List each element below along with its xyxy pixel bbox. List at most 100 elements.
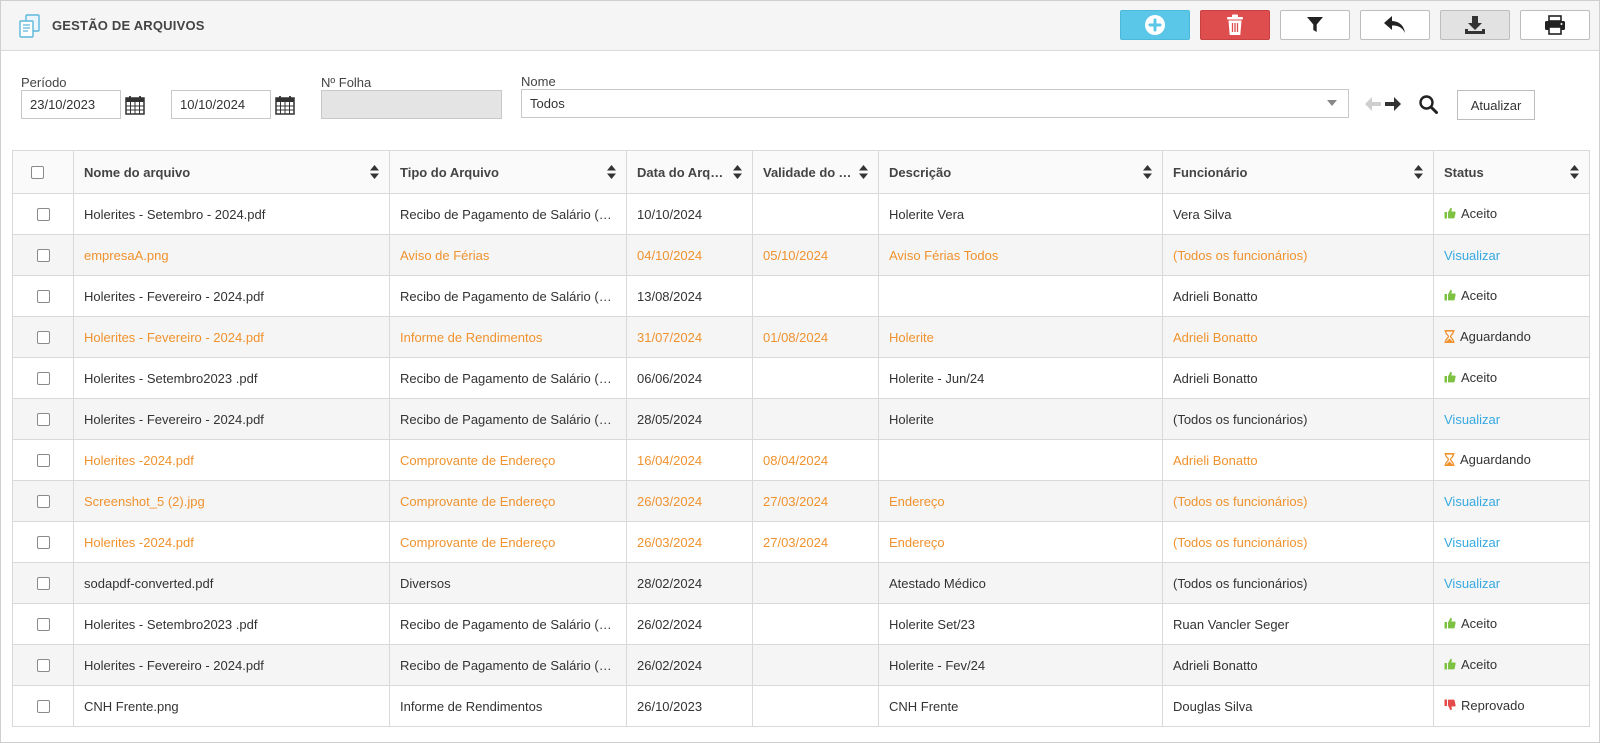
- visualizar-link[interactable]: Visualizar: [1444, 535, 1500, 550]
- row-checkbox[interactable]: [36, 658, 50, 672]
- delete-button[interactable]: [1200, 10, 1270, 40]
- page-header: GESTÃO DE ARQUIVOS: [1, 1, 1599, 51]
- date-from-input[interactable]: 23/10/2023: [21, 90, 121, 119]
- file-date-cell: 16/04/2024: [626, 439, 753, 481]
- col-data-header[interactable]: Data do Arquivo: [626, 150, 753, 194]
- status-cell: Aguardando: [1433, 316, 1590, 358]
- status-cell[interactable]: Visualizar: [1433, 234, 1590, 276]
- periodo-label: Período: [21, 75, 67, 90]
- sort-icon: [733, 165, 742, 179]
- col-validade-header[interactable]: Validade do Arquivo: [752, 150, 879, 194]
- status-cell: Reprovado: [1433, 685, 1590, 727]
- status-badge: Aceito: [1444, 616, 1497, 631]
- row-checkbox[interactable]: [36, 289, 50, 303]
- file-name-cell: Holerites -2024.pdf: [73, 439, 390, 481]
- nome-label: Nome: [521, 74, 556, 89]
- date-to-input[interactable]: 10/10/2024: [171, 90, 271, 119]
- visualizar-link[interactable]: Visualizar: [1444, 248, 1500, 263]
- sort-icon: [1570, 165, 1579, 179]
- table-row[interactable]: Holerites - Setembro2023 .pdf Recibo de P…: [12, 357, 1590, 399]
- table-row[interactable]: Holerites - Setembro2023 .pdf Recibo de P…: [12, 603, 1590, 645]
- calendar-icon[interactable]: [275, 95, 295, 115]
- file-expiry-cell: [752, 398, 879, 440]
- status-cell[interactable]: Visualizar: [1433, 562, 1590, 604]
- status-cell: Aceito: [1433, 603, 1590, 645]
- table-row[interactable]: Holerites - Fevereiro - 2024.pdf Recibo d…: [12, 398, 1590, 440]
- table-row[interactable]: Holerites - Fevereiro - 2024.pdf Recibo d…: [12, 644, 1590, 686]
- status-cell[interactable]: Visualizar: [1433, 398, 1590, 440]
- print-button[interactable]: [1520, 10, 1590, 40]
- employee-cell: (Todos os funcionários): [1162, 521, 1434, 563]
- nome-select-value: Todos: [530, 96, 565, 111]
- filter-button[interactable]: [1280, 10, 1350, 40]
- row-checkbox[interactable]: [36, 207, 50, 221]
- table-row[interactable]: Holerites -2024.pdf Comprovante de Endere…: [12, 439, 1590, 481]
- description-cell: Holerite Set/23: [878, 603, 1163, 645]
- row-checkbox[interactable]: [36, 330, 50, 344]
- file-type-cell: Recibo de Pagamento de Salário (Holerite…: [389, 275, 627, 317]
- file-type-cell: Comprovante de Endereço: [389, 480, 627, 522]
- row-checkbox[interactable]: [36, 494, 50, 508]
- arrow-left-icon[interactable]: [1364, 96, 1382, 112]
- app-window: GESTÃO DE ARQUIVOS Período 23/10/2023 10…: [0, 0, 1600, 743]
- table-row[interactable]: Holerites - Setembro - 2024.pdf Recibo de…: [12, 193, 1590, 235]
- file-expiry-cell: 05/10/2024: [752, 234, 879, 276]
- status-badge: Aceito: [1444, 657, 1497, 672]
- sort-icon: [1143, 165, 1152, 179]
- trash-icon: [1227, 14, 1243, 35]
- table-row[interactable]: empresaA.png Aviso de Férias 04/10/2024 05/…: [12, 234, 1590, 276]
- file-date-cell: 04/10/2024: [626, 234, 753, 276]
- row-checkbox[interactable]: [36, 617, 50, 631]
- thumbs-up-icon: [1444, 618, 1456, 629]
- nome-select[interactable]: Todos: [521, 89, 1349, 118]
- col-nome-header[interactable]: Nome do arquivo: [73, 150, 390, 194]
- table-row[interactable]: sodapdf-converted.pdf Diversos 28/02/2024 A…: [12, 562, 1590, 604]
- col-funcionario-header[interactable]: Funcionário: [1162, 150, 1434, 194]
- download-icon: [1465, 16, 1485, 34]
- undo-arrow-icon: [1384, 16, 1405, 33]
- status-cell[interactable]: Visualizar: [1433, 521, 1590, 563]
- employee-cell: (Todos os funcionários): [1162, 562, 1434, 604]
- select-all-checkbox[interactable]: [30, 165, 44, 179]
- download-button[interactable]: [1440, 10, 1510, 40]
- folha-label: Nº Folha: [321, 75, 372, 90]
- row-checkbox[interactable]: [36, 248, 50, 262]
- visualizar-link[interactable]: Visualizar: [1444, 576, 1500, 591]
- file-name-cell: Holerites - Fevereiro - 2024.pdf: [73, 275, 390, 317]
- table-row[interactable]: Holerites - Fevereiro - 2024.pdf Informe …: [12, 316, 1590, 358]
- table-row[interactable]: Screenshot_5 (2).jpg Comprovante de Ender…: [12, 480, 1590, 522]
- row-checkbox[interactable]: [36, 412, 50, 426]
- file-name-cell: Holerites - Fevereiro - 2024.pdf: [73, 316, 390, 358]
- employee-cell: Ruan Vancler Seger: [1162, 603, 1434, 645]
- file-type-cell: Recibo de Pagamento de Salário (Holerite…: [389, 357, 627, 399]
- atualizar-button[interactable]: Atualizar: [1457, 90, 1535, 120]
- row-checkbox[interactable]: [36, 576, 50, 590]
- row-select-cell: [12, 234, 74, 276]
- col-descricao-header[interactable]: Descrição: [878, 150, 1163, 194]
- status-cell[interactable]: Visualizar: [1433, 480, 1590, 522]
- row-select-cell: [12, 603, 74, 645]
- col-tipo-header[interactable]: Tipo do Arquivo: [389, 150, 627, 194]
- calendar-icon[interactable]: [125, 95, 145, 115]
- arrow-right-icon[interactable]: [1384, 96, 1402, 112]
- row-checkbox[interactable]: [36, 371, 50, 385]
- undo-button[interactable]: [1360, 10, 1430, 40]
- visualizar-link[interactable]: Visualizar: [1444, 412, 1500, 427]
- description-cell: Atestado Médico: [878, 562, 1163, 604]
- status-badge: Reprovado: [1444, 698, 1525, 713]
- table-row[interactable]: Holerites -2024.pdf Comprovante de Endere…: [12, 521, 1590, 563]
- col-status-header[interactable]: Status: [1433, 150, 1590, 194]
- add-button[interactable]: [1120, 10, 1190, 40]
- employee-cell: (Todos os funcionários): [1162, 480, 1434, 522]
- table-row[interactable]: CNH Frente.png Informe de Rendimentos 26/1…: [12, 685, 1590, 727]
- file-name-cell: Holerites - Setembro - 2024.pdf: [73, 193, 390, 235]
- file-date-cell: 26/10/2023: [626, 685, 753, 727]
- thumbs-up-icon: [1444, 290, 1456, 301]
- table-row[interactable]: Holerites - Fevereiro - 2024.pdf Recibo d…: [12, 275, 1590, 317]
- row-checkbox[interactable]: [36, 453, 50, 467]
- row-checkbox[interactable]: [36, 699, 50, 713]
- row-checkbox[interactable]: [36, 535, 50, 549]
- visualizar-link[interactable]: Visualizar: [1444, 494, 1500, 509]
- search-icon[interactable]: [1419, 95, 1438, 114]
- files-table: Nome do arquivo Tipo do Arquivo Data do …: [12, 150, 1590, 727]
